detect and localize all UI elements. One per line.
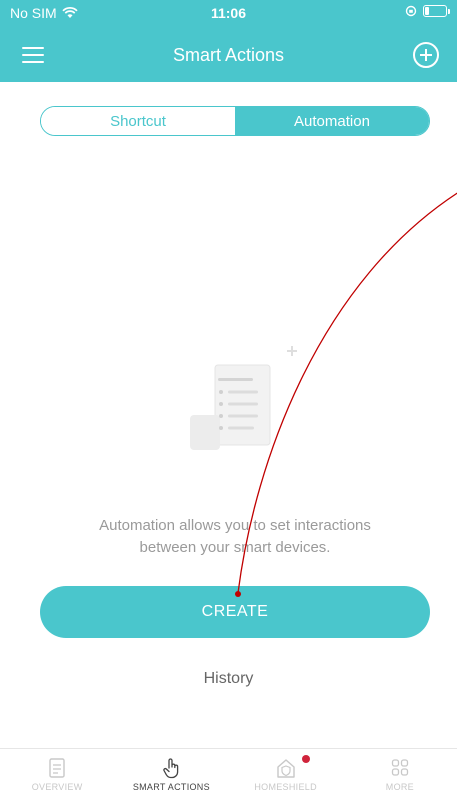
segmented-control: Shortcut Automation xyxy=(40,106,430,136)
tab-more[interactable]: MORE xyxy=(343,749,457,803)
notification-badge xyxy=(301,755,310,763)
tab-homeshield-label: HOMESHIELD xyxy=(254,782,317,792)
tab-overview-label: OVERVIEW xyxy=(31,782,83,792)
bottom-tab-bar: OVERVIEW SMART ACTIONS HOMESHIELD MORE xyxy=(0,748,457,803)
tab-shortcut-label: Shortcut xyxy=(110,112,166,130)
tab-more-label: MORE xyxy=(385,782,414,792)
description-line-1: Automation allows you to set interaction… xyxy=(99,517,371,534)
create-button[interactable]: CREATE xyxy=(40,586,430,638)
empty-state-description: Automation allows you to set interaction… xyxy=(40,515,430,559)
tab-overview[interactable]: OVERVIEW xyxy=(0,749,114,803)
overview-icon xyxy=(49,758,65,778)
page-title: Smart Actions xyxy=(172,45,285,65)
battery-icon xyxy=(423,5,450,17)
tab-smart-actions-label: SMART ACTIONS xyxy=(132,782,210,792)
tab-smart-actions[interactable]: SMART ACTIONS xyxy=(114,749,228,803)
status-time: 11:06 xyxy=(210,5,247,21)
orientation-lock-icon xyxy=(405,5,417,17)
hand-pointer-icon xyxy=(163,758,179,779)
description-line-2: between your smart devices. xyxy=(139,539,331,556)
tab-shortcut[interactable]: Shortcut xyxy=(41,107,235,135)
add-button[interactable] xyxy=(413,42,439,68)
home-shield-icon xyxy=(276,759,295,778)
history-link[interactable]: History xyxy=(0,670,457,688)
app-header: No SIM 11:06 Smart Actions xyxy=(0,0,457,82)
tab-automation[interactable]: Automation xyxy=(235,107,429,135)
status-right xyxy=(405,5,450,17)
grid-more-icon xyxy=(391,759,409,776)
tab-homeshield[interactable]: HOMESHIELD xyxy=(229,749,343,803)
document-list-icon xyxy=(190,346,297,450)
tab-automation-label: Automation xyxy=(294,112,370,130)
status-bar: No SIM 11:06 xyxy=(0,0,457,26)
